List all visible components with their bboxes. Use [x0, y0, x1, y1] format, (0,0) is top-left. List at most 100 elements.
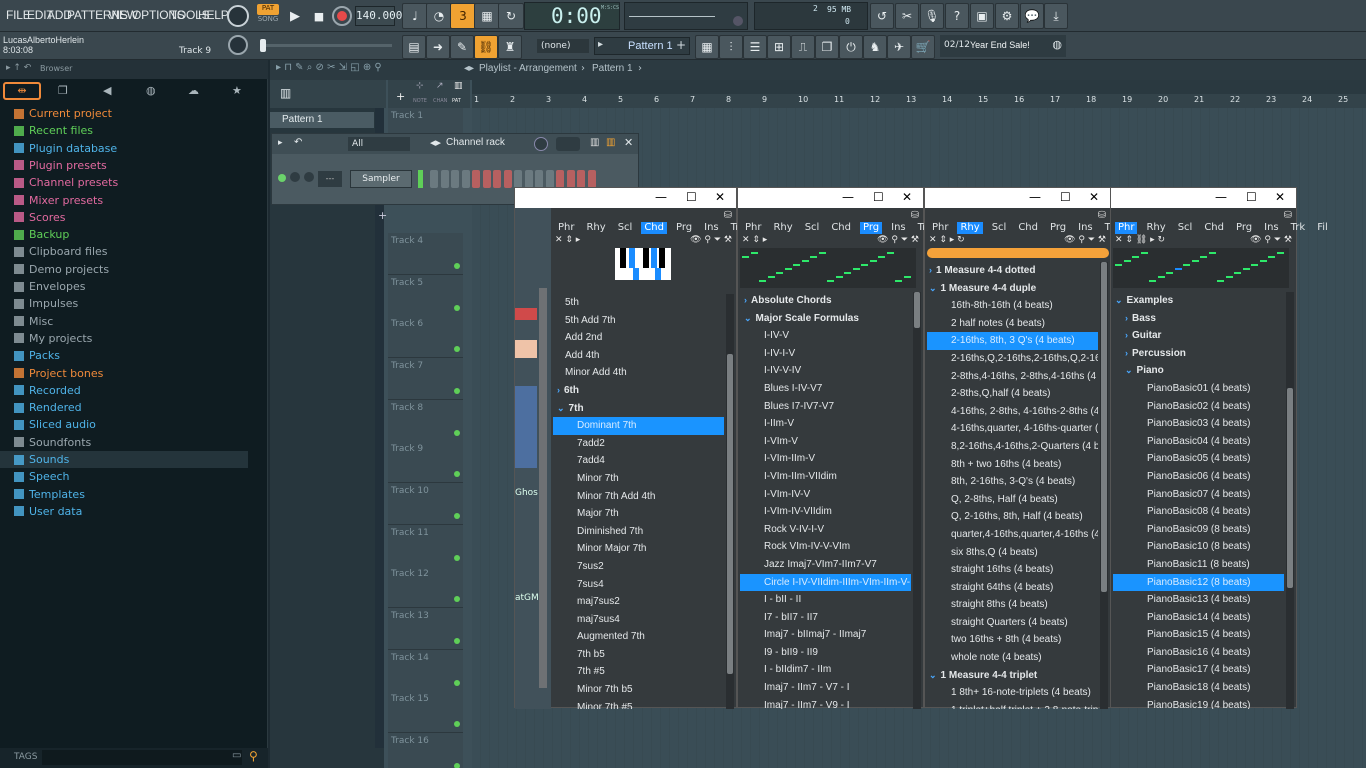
list-item[interactable]: 7sus2: [553, 558, 724, 576]
folder-icon[interactable]: ▭: [232, 750, 241, 761]
save-icon[interactable]: ▣: [970, 3, 994, 29]
list-item[interactable]: 4-16ths, 2-8ths, 4-16ths-2-8ths (4 beats…: [927, 403, 1098, 421]
list-item[interactable]: straight Quarters (4 beats): [927, 614, 1098, 632]
list-item[interactable]: Dominant 7th: [553, 417, 724, 435]
stop-icon[interactable]: ■: [307, 4, 331, 28]
browser-item[interactable]: Sliced audio: [14, 416, 96, 433]
tempo-display[interactable]: 140.000: [355, 6, 402, 26]
list-item[interactable]: 2-8ths,Q,half (4 beats): [927, 385, 1098, 403]
list-item[interactable]: Minor 7th: [553, 470, 724, 488]
track-header[interactable]: Track 10: [388, 483, 463, 525]
plugin-tab-icon[interactable]: ◍: [146, 84, 156, 97]
step-button[interactable]: [577, 170, 585, 188]
browser-item[interactable]: Current project: [14, 105, 112, 122]
tab-prg[interactable]: Prg: [1233, 222, 1255, 234]
project-window-icon[interactable]: ❐: [815, 35, 839, 59]
track-header[interactable]: Track 5: [388, 275, 463, 317]
step-edit-icon[interactable]: ▦: [474, 3, 500, 29]
tab-prg[interactable]: Prg: [673, 222, 695, 234]
list-item[interactable]: ⌄ 1 Measure 4-4 triplet: [927, 667, 1098, 685]
timeline-ruler[interactable]: 1 2 3 4 5 6 7 8 9 10 11 12 13 14 15 16 17 18 19 20 21 22 23 24 2…: [472, 80, 1366, 108]
list-item[interactable]: Minor 7th Add 4th: [553, 488, 724, 506]
master-volume-knob[interactable]: [227, 5, 249, 27]
record-button[interactable]: [332, 6, 352, 26]
list-item[interactable]: Imaj7 - IIm7 - V9 - I: [740, 697, 911, 709]
main-pitch-knob[interactable]: [228, 35, 248, 55]
list-item[interactable]: quarter,4-16ths,quarter,4-16ths (4 beats…: [927, 526, 1098, 544]
playlist-tools-icon[interactable]: ▸ ⊓ ✎ ⌕ ⊘ ✂ ⇲ ◱ ⊕ ⚲: [276, 62, 382, 73]
list-item[interactable]: Blues I-IV-V7: [740, 380, 911, 398]
collapse-icon[interactable]: ✕ ⇕ ▸ ↻: [929, 235, 965, 245]
tab-phr[interactable]: Phr: [1115, 222, 1138, 234]
tab-chd[interactable]: Chd: [1201, 222, 1227, 234]
news-panel[interactable]: 02/12 Year End Sale! ◍: [940, 35, 1066, 57]
mixer-window-icon[interactable]: ☰: [743, 35, 767, 59]
brush-icon[interactable]: ✎: [450, 35, 474, 59]
minimize-icon[interactable]: —: [1029, 190, 1041, 204]
note-tool-icon[interactable]: ⊹: [416, 81, 424, 91]
maximize-icon[interactable]: ☐: [1246, 190, 1257, 204]
channel-filter-select[interactable]: All: [348, 137, 410, 151]
view-tools-icon[interactable]: 👁 ⚲ ⏷ ⚒: [690, 235, 732, 245]
list-item[interactable]: Minor 7th b5: [553, 681, 724, 699]
plug-icon[interactable]: ⏻: [839, 35, 863, 59]
track-mute-led[interactable]: [454, 430, 460, 436]
pattern-clip-label[interactable]: Pattern 1: [270, 112, 374, 128]
tab-ins[interactable]: Ins: [1261, 222, 1282, 234]
list-item[interactable]: 1 triplet+half triplet + 2 8-note-triple…: [927, 702, 1098, 709]
tab-rhy[interactable]: Rhy: [583, 222, 608, 234]
list-item[interactable]: 5th Add 7th: [553, 312, 724, 330]
list-item[interactable]: Q, 2-16ths, 8th, Half (4 beats): [927, 508, 1098, 526]
tab-scl[interactable]: Scl: [989, 222, 1010, 234]
list-item[interactable]: 2-16ths, 8th, 3 Q's (4 beats): [927, 332, 1098, 350]
track-header[interactable]: Track 4: [388, 233, 463, 275]
track-mute-led[interactable]: [454, 763, 460, 768]
browser-item[interactable]: My projects: [14, 330, 92, 347]
list-item[interactable]: maj7sus4: [553, 611, 724, 629]
tab-trk[interactable]: Trk: [1288, 222, 1309, 234]
list-item[interactable]: ⌄ Piano: [1113, 362, 1284, 380]
tab-ins[interactable]: Ins: [1075, 222, 1096, 234]
win2-scrollbar[interactable]: [913, 292, 921, 709]
list-item[interactable]: I-VIm-IIm-V: [740, 450, 911, 468]
track-header[interactable]: Track 9: [388, 441, 463, 483]
list-item[interactable]: 7th #5: [553, 663, 724, 681]
win3-scrollbar[interactable]: [1100, 262, 1108, 709]
list-item[interactable]: PianoBasic19 (4 beats): [1113, 697, 1284, 709]
list-item[interactable]: Diminished 7th: [553, 523, 724, 541]
song-mode[interactable]: SONG: [257, 15, 279, 26]
tab-scl[interactable]: Scl: [615, 222, 636, 234]
list-item[interactable]: 4-16ths,quarter, 4-16ths-quarter (4 beat…: [927, 420, 1098, 438]
list-item[interactable]: PianoBasic01 (4 beats): [1113, 380, 1284, 398]
minimize-icon[interactable]: —: [655, 190, 667, 204]
settings-icon[interactable]: ⚙: [995, 3, 1019, 29]
mixer-track-select[interactable]: ---: [318, 171, 342, 187]
browser-item[interactable]: Demo projects: [14, 261, 109, 278]
browser-item[interactable]: Channel presets: [14, 174, 118, 191]
channel-pan-knob[interactable]: [290, 172, 300, 182]
files-tab-icon[interactable]: ❐: [58, 84, 68, 97]
browser-item[interactable]: Backup: [14, 226, 69, 243]
list-item[interactable]: PianoBasic11 (8 beats): [1113, 556, 1284, 574]
metronome-icon[interactable]: ♩: [402, 3, 428, 29]
all-tab-icon[interactable]: ⇹: [3, 82, 41, 100]
sampler-channel-button[interactable]: Sampler: [350, 170, 412, 188]
track-mute-led[interactable]: [454, 596, 460, 602]
tab-rhy[interactable]: Rhy: [1143, 222, 1168, 234]
browser-item[interactable]: Speech: [14, 468, 70, 485]
step-button[interactable]: [472, 170, 480, 188]
browser-item[interactable]: Impulses: [14, 295, 78, 312]
add-track-icon[interactable]: +: [396, 90, 405, 103]
star-tab-icon[interactable]: ★: [232, 84, 242, 97]
tempo-tapper-icon[interactable]: ♞: [863, 35, 887, 59]
list-item[interactable]: ⌄ 7th: [553, 400, 724, 418]
list-item[interactable]: Minor Add 4th: [553, 364, 724, 382]
pattern-selector[interactable]: ▸ Pattern 1 +: [594, 37, 690, 55]
step-button[interactable]: [514, 170, 522, 188]
maximize-icon[interactable]: ☐: [1060, 190, 1071, 204]
channel-rack-close-icon[interactable]: ✕: [624, 136, 633, 149]
list-item[interactable]: PianoBasic04 (4 beats): [1113, 433, 1284, 451]
link-icon[interactable]: ⛓: [474, 35, 498, 59]
microphone-icon[interactable]: 🎙: [920, 3, 944, 29]
browser-nav-icon[interactable]: ▸ ↑ ↶: [6, 63, 31, 73]
